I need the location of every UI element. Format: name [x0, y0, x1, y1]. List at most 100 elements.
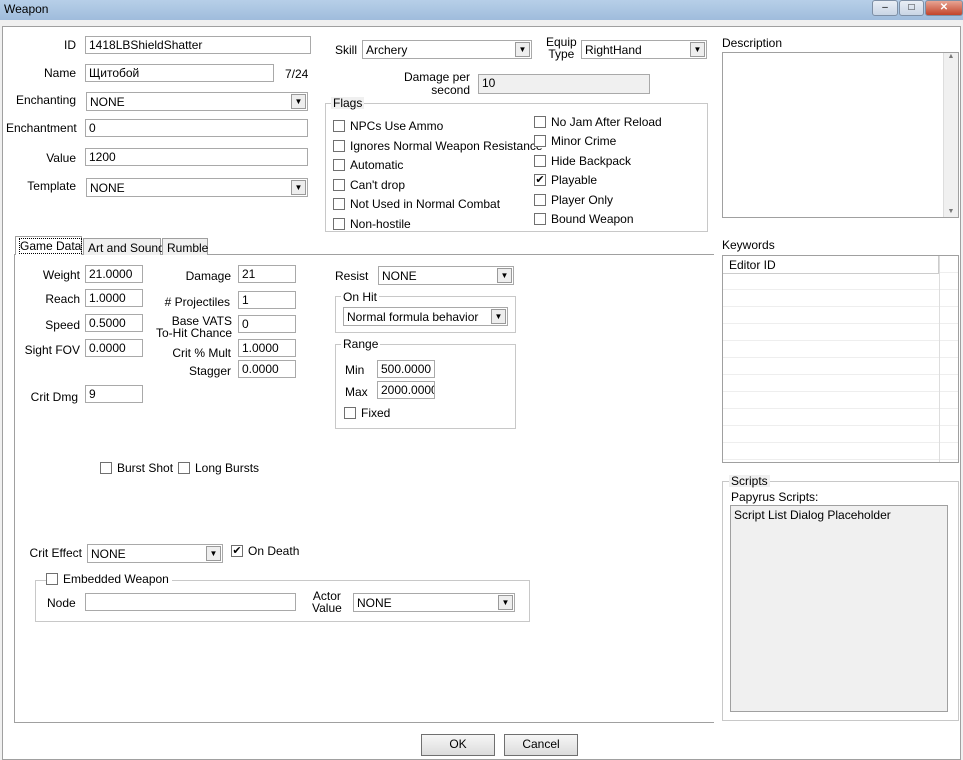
checkbox-icon[interactable] [178, 462, 190, 474]
on-death-checkbox[interactable]: ✔ On Death [231, 544, 299, 558]
reach-input[interactable]: 1.0000 [85, 289, 143, 307]
checkbox-icon[interactable] [333, 159, 345, 172]
checkbox-icon[interactable] [534, 135, 546, 148]
projectiles-input[interactable]: 1 [238, 291, 296, 309]
script-list-placeholder: Script List Dialog Placeholder [734, 508, 891, 522]
flag-not-used-in-normal-combat[interactable]: Not Used in Normal Combat [333, 195, 533, 215]
enchanting-dropdown[interactable]: NONE ▼ [86, 92, 308, 111]
enchantment-input[interactable]: 0 [85, 119, 308, 137]
reach-label: Reach [45, 292, 80, 306]
chevron-down-icon[interactable]: ▼ [291, 94, 306, 109]
flag-minor-crime[interactable]: Minor Crime [534, 132, 704, 152]
checkbox-checked-icon[interactable]: ✔ [231, 545, 243, 557]
enchanting-value: NONE [90, 95, 125, 109]
damage-input[interactable]: 21 [238, 265, 296, 283]
long-bursts-checkbox[interactable]: Long Bursts [178, 461, 259, 475]
chevron-down-icon[interactable]: ▼ [515, 42, 530, 57]
name-input[interactable]: Щитобой [85, 64, 274, 82]
resist-dropdown[interactable]: NONE ▼ [378, 266, 514, 285]
resist-value: NONE [382, 269, 417, 283]
tab-game-data[interactable]: Game Data [15, 236, 83, 257]
dps-input[interactable]: 10 [478, 74, 650, 94]
checkbox-icon[interactable] [333, 198, 345, 211]
checkbox-icon[interactable] [333, 120, 345, 132]
checkbox-icon[interactable] [344, 407, 356, 419]
range-max-input[interactable]: 2000.0000 [377, 381, 435, 399]
dps-label: Damage per second [398, 71, 470, 97]
crit-mult-input[interactable]: 1.0000 [238, 339, 296, 357]
tab-label: Game Data [18, 238, 83, 254]
checkbox-icon[interactable] [534, 115, 546, 128]
chevron-down-icon[interactable]: ▼ [690, 42, 705, 57]
node-input[interactable] [85, 593, 296, 611]
flag-npcs-use-ammo[interactable]: NPCs Use Ammo [333, 116, 533, 136]
checkbox-icon[interactable] [534, 193, 546, 206]
flag-automatic[interactable]: Automatic [333, 156, 533, 176]
keywords-list[interactable]: Editor ID [722, 255, 959, 463]
checkbox-icon[interactable] [333, 139, 345, 152]
crit-effect-dropdown[interactable]: NONE ▼ [87, 544, 223, 563]
skill-value: Archery [366, 43, 408, 57]
chevron-down-icon[interactable]: ▼ [291, 180, 306, 195]
cancel-button[interactable]: Cancel [504, 734, 578, 756]
checkbox-icon[interactable] [333, 217, 345, 230]
flag-label: NPCs Use Ammo [350, 119, 444, 133]
flags-left-column: NPCs Use Ammo Ignores Normal Weapon Resi… [333, 116, 543, 234]
minimize-button[interactable]: – [872, 0, 898, 16]
equip-type-dropdown[interactable]: RightHand ▼ [581, 40, 707, 59]
template-dropdown[interactable]: NONE ▼ [86, 178, 308, 197]
description-label: Description [722, 36, 783, 50]
chevron-down-icon[interactable]: ▼ [491, 309, 506, 324]
flag-ignores-normal-weapon-resistance[interactable]: Ignores Normal Weapon Resistance [333, 136, 543, 156]
weight-input[interactable]: 21.0000 [85, 265, 143, 283]
range-title: Range [341, 337, 381, 351]
flag-bound-weapon[interactable]: Bound Weapon [534, 210, 704, 230]
scroll-up-icon[interactable]: ▲ [944, 53, 958, 60]
flag-no-jam-after-reload[interactable]: No Jam After Reload [534, 112, 704, 132]
description-textarea[interactable]: ▲ ▼ [722, 52, 959, 218]
flag-hide-backpack[interactable]: Hide Backpack [534, 151, 704, 171]
chevron-down-icon[interactable]: ▼ [497, 268, 512, 283]
checkbox-checked-icon[interactable]: ✔ [534, 174, 546, 187]
actor-value-value: NONE [357, 596, 392, 610]
description-scrollbar[interactable]: ▲ ▼ [943, 53, 958, 217]
value-input[interactable]: 1200 [85, 148, 308, 166]
range-fixed-label: Fixed [361, 406, 391, 420]
burst-shot-checkbox[interactable]: Burst Shot [100, 461, 173, 475]
flag-playable[interactable]: ✔ Playable [534, 171, 704, 191]
flag-label: Player Only [551, 192, 614, 207]
actor-value-dropdown[interactable]: NONE ▼ [353, 593, 515, 612]
checkbox-icon[interactable] [534, 213, 546, 226]
keywords-column-header[interactable]: Editor ID [723, 256, 939, 274]
flags-right-column: No Jam After Reload Minor Crime Hide Bac… [534, 112, 704, 229]
ok-button[interactable]: OK [421, 734, 495, 756]
speed-input[interactable]: 0.5000 [85, 314, 143, 332]
checkbox-icon[interactable] [46, 573, 58, 585]
crit-dmg-input[interactable]: 9 [85, 385, 143, 403]
script-list[interactable]: Script List Dialog Placeholder [730, 505, 948, 712]
stagger-input[interactable]: 0.0000 [238, 360, 296, 378]
skill-dropdown[interactable]: Archery ▼ [362, 40, 532, 59]
flag-cant-drop[interactable]: Can't drop [333, 175, 533, 195]
value-label: Value [46, 151, 76, 165]
on-hit-dropdown[interactable]: Normal formula behavior ▼ [343, 307, 508, 326]
range-max-label: Max [345, 385, 368, 399]
checkbox-icon[interactable] [333, 178, 345, 191]
flag-player-only[interactable]: Player Only [534, 190, 704, 210]
flag-non-hostile[interactable]: Non-hostile [333, 214, 533, 234]
close-button[interactable]: ✕ [925, 0, 963, 16]
checkbox-icon[interactable] [534, 154, 546, 167]
embedded-weapon-checkbox[interactable]: Embedded Weapon [46, 572, 172, 586]
chevron-down-icon[interactable]: ▼ [498, 595, 513, 610]
range-min-input[interactable]: 500.0000 [377, 360, 435, 378]
base-vats-input[interactable]: 0 [238, 315, 296, 333]
stagger-label: Stagger [188, 364, 231, 378]
sight-fov-input[interactable]: 0.0000 [85, 339, 143, 357]
range-fixed-checkbox[interactable]: Fixed [344, 406, 390, 420]
weight-label: Weight [42, 268, 80, 282]
id-input[interactable]: 1418LBShieldShatter [85, 36, 311, 54]
checkbox-icon[interactable] [100, 462, 112, 474]
maximize-button[interactable]: □ [899, 0, 924, 16]
chevron-down-icon[interactable]: ▼ [206, 546, 221, 561]
scroll-down-icon[interactable]: ▼ [944, 208, 958, 215]
